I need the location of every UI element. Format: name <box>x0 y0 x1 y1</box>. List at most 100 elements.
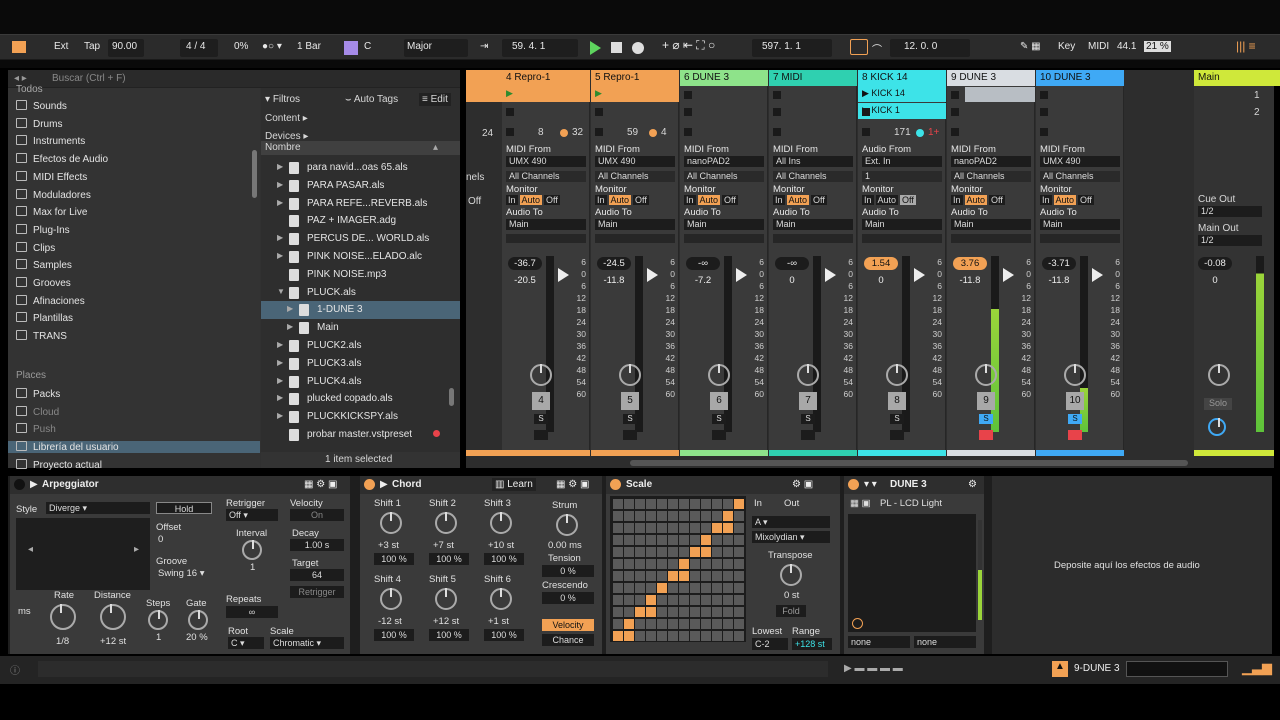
chord-power-icon[interactable] <box>364 479 375 490</box>
pan-knob[interactable] <box>530 364 552 386</box>
sidebar-item-samples[interactable]: Samples <box>16 259 72 271</box>
plugin-icons[interactable]: ▦ ▣ <box>850 498 871 509</box>
shift-knob[interactable] <box>435 588 457 610</box>
clip-stop-button-2[interactable] <box>684 108 692 116</box>
track-activator[interactable]: 4 <box>532 392 550 410</box>
solo-button[interactable]: S <box>534 414 548 424</box>
track-activator[interactable]: 10 <box>1066 392 1084 410</box>
monitor-switch[interactable]: In Auto Off <box>951 195 1007 205</box>
scale-grid-cell[interactable] <box>657 619 667 629</box>
scale-grid-cell[interactable] <box>723 547 733 557</box>
hold-button[interactable]: Hold <box>156 502 212 514</box>
input-source-select[interactable]: Ext. In <box>862 156 942 167</box>
device-power-icon[interactable] <box>14 479 25 490</box>
shift-knob[interactable] <box>380 588 402 610</box>
preset-name[interactable]: PL - LCD Light <box>880 498 942 509</box>
scale-grid-cell[interactable] <box>668 607 678 617</box>
scale-grid-cell[interactable] <box>657 523 667 533</box>
expand-arrow-icon[interactable]: ▶ <box>277 198 283 207</box>
scale-grid-cell[interactable] <box>690 547 700 557</box>
expand-arrow-icon[interactable]: ▶ <box>277 376 283 385</box>
sidebar-scrollbar[interactable] <box>252 150 257 198</box>
track-stop-button[interactable] <box>684 128 692 136</box>
clip-slot-playing[interactable]: ▶ <box>502 86 590 102</box>
scale-grid-cell[interactable] <box>635 595 645 605</box>
monitor-in[interactable]: In <box>506 195 518 205</box>
scale-grid-cell[interactable] <box>657 595 667 605</box>
scale-grid-cell[interactable] <box>734 547 744 557</box>
monitor-auto[interactable]: Auto <box>786 195 810 205</box>
loop-start[interactable]: 597. 1. 1 <box>752 39 832 57</box>
track-activator[interactable]: 9 <box>977 392 995 410</box>
scale-grid-cell[interactable] <box>701 523 711 533</box>
loop-switch-icon[interactable] <box>850 39 868 55</box>
scale-grid-cell[interactable] <box>657 631 667 641</box>
scale-grid-cell[interactable] <box>723 619 733 629</box>
scale-grid-cell[interactable] <box>690 619 700 629</box>
track-activator[interactable]: 5 <box>621 392 639 410</box>
scale-grid-cell[interactable] <box>734 535 744 545</box>
file-scrollbar[interactable] <box>449 388 454 406</box>
scale-grid-cell[interactable] <box>624 607 634 617</box>
scale-grid-cell[interactable] <box>657 583 667 593</box>
output-select[interactable]: Main <box>1040 219 1120 230</box>
expand-arrow-icon[interactable]: ▶ <box>277 358 283 367</box>
expand-arrow-icon[interactable]: ▶ <box>287 322 293 331</box>
next-pattern-icon[interactable]: ▸ <box>134 544 139 555</box>
shift-velocity[interactable]: 100 % <box>484 629 524 641</box>
track-activator[interactable]: 6 <box>710 392 728 410</box>
output-select[interactable]: Main <box>773 219 853 230</box>
input-channel-select[interactable]: All Channels <box>1040 171 1120 182</box>
file-row[interactable]: ▶ plucked copado.als <box>261 390 460 408</box>
master-header[interactable]: Main <box>1194 70 1280 86</box>
monitor-off[interactable]: Off <box>544 195 560 205</box>
monitor-auto[interactable]: Auto <box>964 195 988 205</box>
monitor-in[interactable]: In <box>1040 195 1052 205</box>
output-select[interactable]: Main <box>595 219 675 230</box>
filters-toggle[interactable]: ▾ Filtros <box>265 94 300 105</box>
scale-grid-cell[interactable] <box>701 511 711 521</box>
partial-clip[interactable] <box>466 86 502 102</box>
base-note-select[interactable]: A ▾ <box>752 516 830 528</box>
scale-grid-cell[interactable] <box>712 607 722 617</box>
file-row[interactable]: probar master.vstpreset <box>261 426 460 444</box>
input-source-select[interactable]: nanoPAD2 <box>951 156 1031 167</box>
input-channel-select[interactable]: All Channels <box>506 171 586 182</box>
scale-grid-cell[interactable] <box>712 499 722 509</box>
scale-grid-cell[interactable] <box>690 559 700 569</box>
sidebar-item-afinaciones[interactable]: Afinaciones <box>16 294 85 307</box>
clip-stop-button[interactable] <box>1040 91 1048 99</box>
volume-field[interactable]: -∞ <box>686 257 720 270</box>
scale-grid-cell[interactable] <box>613 571 623 581</box>
learn-button[interactable]: ▥ Learn <box>492 478 536 491</box>
input-source-select[interactable]: UMX 490 <box>595 156 675 167</box>
output-select[interactable]: Main <box>684 219 764 230</box>
scale-grid-cell[interactable] <box>679 523 689 533</box>
monitor-off[interactable]: Off <box>1078 195 1094 205</box>
scale-grid-cell[interactable] <box>734 499 744 509</box>
scale-grid-cell[interactable] <box>624 619 634 629</box>
scale-grid-cell[interactable] <box>712 559 722 569</box>
transpose-knob[interactable] <box>780 564 802 586</box>
scale-grid-cell[interactable] <box>690 631 700 641</box>
scale-grid-cell[interactable] <box>679 547 689 557</box>
scale-grid-cell[interactable] <box>624 571 634 581</box>
scale-grid-cell[interactable] <box>734 631 744 641</box>
monitor-off[interactable]: Off <box>722 195 738 205</box>
file-row[interactable]: ▶ PARA REFE...REVERB.als <box>261 195 460 213</box>
pan-knob[interactable] <box>975 364 997 386</box>
scale-grid-cell[interactable] <box>668 631 678 641</box>
scale-grid-cell[interactable] <box>734 523 744 533</box>
scale-grid-cell[interactable] <box>679 619 689 629</box>
shift-knob[interactable] <box>490 588 512 610</box>
sidebar-item-moduladores[interactable]: Moduladores <box>16 188 91 201</box>
cue-out-select[interactable]: 1/2 <box>1198 206 1262 217</box>
scale-grid-cell[interactable] <box>723 583 733 593</box>
file-row[interactable]: ▶ PLUCKKICKSPY.als <box>261 408 460 426</box>
scale-grid-cell[interactable] <box>734 559 744 569</box>
repeats-value[interactable]: ∞ <box>226 606 278 618</box>
retrigger-select[interactable]: Off ▾ <box>226 509 278 521</box>
clip-slot[interactable]: ▶ KICK 1 <box>858 103 946 119</box>
scale-grid-cell[interactable] <box>646 499 656 509</box>
clip-stop-button[interactable] <box>951 91 959 99</box>
